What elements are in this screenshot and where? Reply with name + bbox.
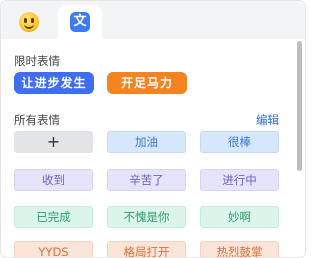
sticker-chip[interactable]: 妙啊 xyxy=(200,206,279,228)
sticker-chip[interactable]: 格局打开 xyxy=(107,241,186,257)
sticker-chip[interactable]: 进行中 xyxy=(200,169,279,191)
sticker-chip[interactable]: 不愧是你 xyxy=(107,206,186,228)
limited-section-label: 限时表情 xyxy=(14,54,60,68)
sticker-panel: 文 限时表情 让进步发生 开足马力 所有表情 编辑 + 加油 很棒收到 辛苦了 进行中已… xyxy=(0,0,306,258)
sticker-chip[interactable]: 辛苦了 xyxy=(107,169,186,191)
sticker-chip[interactable]: 收到 xyxy=(14,169,93,191)
limited-sticker-0[interactable]: 让进步发生 xyxy=(14,72,94,94)
sticker-chip[interactable]: 热烈鼓掌 xyxy=(200,241,279,257)
limited-sticker-1[interactable]: 开足马力 xyxy=(107,72,187,94)
sticker-chip[interactable]: 已完成 xyxy=(14,206,93,228)
scrollbar-thumb[interactable] xyxy=(297,41,302,171)
all-section-label: 所有表情 xyxy=(14,113,60,127)
tab-text-stickers[interactable]: 文 xyxy=(58,5,102,39)
sticker-chip[interactable]: 很棒 xyxy=(200,131,279,153)
tab-bar: 文 xyxy=(1,1,305,39)
tab-emoji[interactable] xyxy=(7,5,51,39)
sticker-chip[interactable]: YYDS xyxy=(14,241,93,257)
smiley-emoji-icon xyxy=(19,12,39,32)
text-sticker-icon: 文 xyxy=(70,12,90,32)
edit-button[interactable]: 编辑 xyxy=(256,112,279,128)
add-sticker-button[interactable]: + xyxy=(14,131,93,153)
sticker-chip[interactable]: 加油 xyxy=(107,131,186,153)
